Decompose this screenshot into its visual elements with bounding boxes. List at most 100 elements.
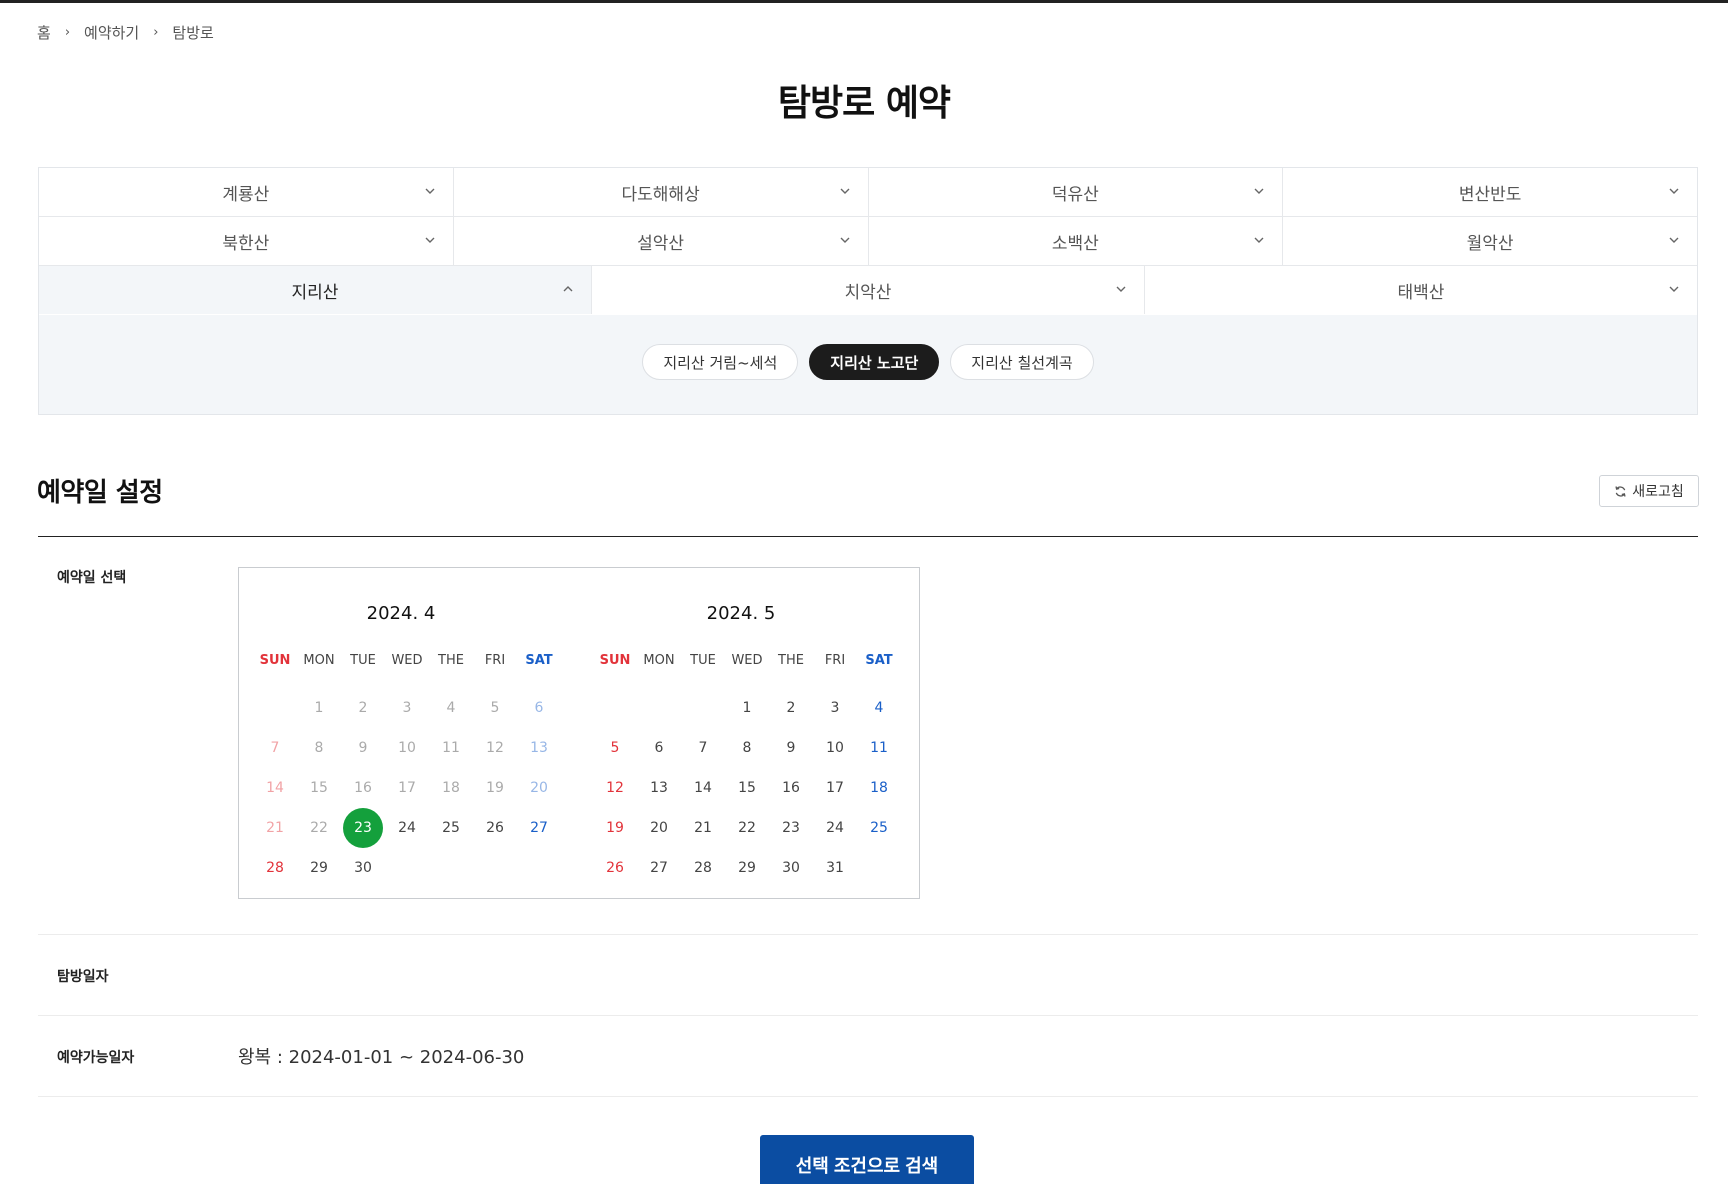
region-row: 지리산 치악산 태백산 [39, 266, 1697, 315]
weekday-header: TUE [690, 653, 716, 668]
available-dates-value: 왕복 : 2024-01-01 ~ 2024-06-30 [238, 1047, 525, 1068]
calendar-day[interactable]: 24 [813, 808, 857, 848]
calendar-day[interactable]: 25 [857, 808, 901, 848]
calendar-day: 2 [358, 700, 368, 716]
chevron-down-icon [1254, 188, 1264, 194]
chevron-down-icon [1669, 237, 1679, 243]
trail-option-nogodan[interactable]: 지리산 노고단 [809, 344, 940, 380]
region-tab-seoraksan[interactable]: 설악산 [453, 217, 869, 265]
region-tab-woraksan[interactable]: 월악산 [1283, 217, 1697, 265]
calendar-day[interactable]: 28 [681, 848, 725, 888]
calendar-day[interactable]: 30 [341, 848, 385, 888]
section-title: 예약일 설정 [37, 478, 163, 508]
calendar-day[interactable]: 25 [429, 808, 473, 848]
calendar-day[interactable]: 6 [637, 728, 681, 768]
calendar-day[interactable]: 31 [813, 848, 857, 888]
top-border [0, 0, 1728, 3]
calendar-day[interactable]: 2 [769, 688, 813, 728]
region-tab-jirisan[interactable]: 지리산 [39, 266, 592, 314]
chevron-down-icon [1669, 286, 1679, 292]
calendar-day[interactable]: 20 [637, 808, 681, 848]
calendar-day: 12 [486, 740, 504, 756]
calendar-day[interactable]: 28 [253, 848, 297, 888]
calendar-day: 14 [266, 780, 284, 796]
calendar-day[interactable]: 14 [681, 768, 725, 808]
calendar-day[interactable]: 5 [593, 728, 637, 768]
region-tab-bukhansan[interactable]: 북한산 [39, 217, 454, 265]
region-label: 월악산 [1466, 233, 1514, 254]
calendar-day[interactable]: 1 [725, 688, 769, 728]
visit-date-label: 탐방일자 [57, 969, 109, 985]
calendar-day[interactable]: 18 [857, 768, 901, 808]
calendar-day[interactable]: 11 [857, 728, 901, 768]
region-tab-taebaeksan[interactable]: 태백산 [1145, 266, 1697, 314]
region-tab-deogyusan[interactable]: 덕유산 [868, 168, 1284, 216]
calendar-day[interactable]: 30 [769, 848, 813, 888]
calendar-day[interactable]: 29 [297, 848, 341, 888]
refresh-button[interactable]: 새로고침 [1599, 475, 1699, 507]
calendar-day: 11 [442, 740, 460, 756]
calendar-day[interactable]: 12 [593, 768, 637, 808]
calendar-day[interactable]: 19 [593, 808, 637, 848]
calendar-day[interactable]: 27 [517, 808, 561, 848]
chevron-down-icon [425, 237, 435, 243]
calendar-day: 19 [486, 780, 504, 796]
region-label: 북한산 [222, 233, 270, 254]
weekday-header: WED [391, 653, 423, 668]
region-label: 소백산 [1051, 233, 1099, 254]
trail-option-georim-seseok[interactable]: 지리산 거림~세석 [642, 344, 799, 380]
calendar-day[interactable]: 22 [725, 808, 769, 848]
weekday-header: MON [303, 653, 335, 668]
region-label: 태백산 [1397, 282, 1445, 303]
calendar-day-selected[interactable]: 23 [343, 808, 383, 848]
calendar-day[interactable]: 9 [769, 728, 813, 768]
breadcrumb-reservation[interactable]: 예약하기 [84, 22, 139, 43]
calendar-day[interactable]: 27 [637, 848, 681, 888]
region-label: 변산반도 [1458, 184, 1522, 205]
calendar-day[interactable]: 26 [593, 848, 637, 888]
refresh-label: 새로고침 [1632, 483, 1684, 499]
calendar-day[interactable]: 17 [813, 768, 857, 808]
calendar-day: 15 [310, 780, 328, 796]
calendar-month-title: 2024. 4 [366, 603, 436, 624]
chevron-down-icon [1116, 286, 1126, 292]
region-tab-chiaksan[interactable]: 치악산 [592, 266, 1145, 314]
chevron-down-icon [1254, 237, 1264, 243]
region-tab-sobaeksan[interactable]: 소백산 [868, 217, 1284, 265]
refresh-icon [1615, 485, 1626, 497]
calendar-day[interactable]: 10 [813, 728, 857, 768]
chevron-down-icon [425, 188, 435, 194]
calendar-day[interactable]: 26 [473, 808, 517, 848]
region-label: 지리산 [291, 282, 339, 303]
calendar-day[interactable]: 3 [813, 688, 857, 728]
calendar-day[interactable]: 8 [725, 728, 769, 768]
calendar-day[interactable]: 29 [725, 848, 769, 888]
chevron-up-icon [563, 286, 573, 292]
calendar-day[interactable]: 4 [857, 688, 901, 728]
region-tab-gyeryongsan[interactable]: 계룡산 [39, 168, 454, 216]
calendar-day[interactable]: 21 [681, 808, 725, 848]
calendar-day: 22 [310, 820, 328, 836]
weekday-header: FRI [484, 653, 506, 668]
calendar-day[interactable]: 16 [769, 768, 813, 808]
calendar-day[interactable]: 7 [681, 728, 725, 768]
breadcrumb-trail[interactable]: 탐방로 [172, 22, 213, 43]
calendar-day[interactable]: 23 [769, 808, 813, 848]
available-dates-label: 예약가능일자 [57, 1050, 135, 1066]
calendar-day[interactable]: 24 [385, 808, 429, 848]
region-tab-dadohae[interactable]: 다도해해상 [453, 168, 869, 216]
region-selector: 계룡산 다도해해상 덕유산 변산반도 북한산 설악산 소백산 월악산 지리산 치… [38, 167, 1698, 415]
region-tab-byeonsanbando[interactable]: 변산반도 [1283, 168, 1697, 216]
chevron-down-icon [840, 188, 849, 194]
calendar-day: 1 [314, 700, 324, 716]
trail-option-chilseon[interactable]: 지리산 칠선계곡 [950, 344, 1094, 380]
breadcrumb-home[interactable]: 홈 [37, 22, 51, 43]
region-label: 덕유산 [1051, 184, 1099, 205]
weekday-header: MON [643, 653, 675, 668]
section-divider [38, 536, 1698, 537]
search-button[interactable]: 선택 조건으로 검색 [760, 1135, 974, 1184]
calendar-month-title: 2024. 5 [706, 603, 776, 624]
calendar-day: 21 [266, 820, 284, 836]
calendar-day[interactable]: 15 [725, 768, 769, 808]
calendar-day[interactable]: 13 [637, 768, 681, 808]
